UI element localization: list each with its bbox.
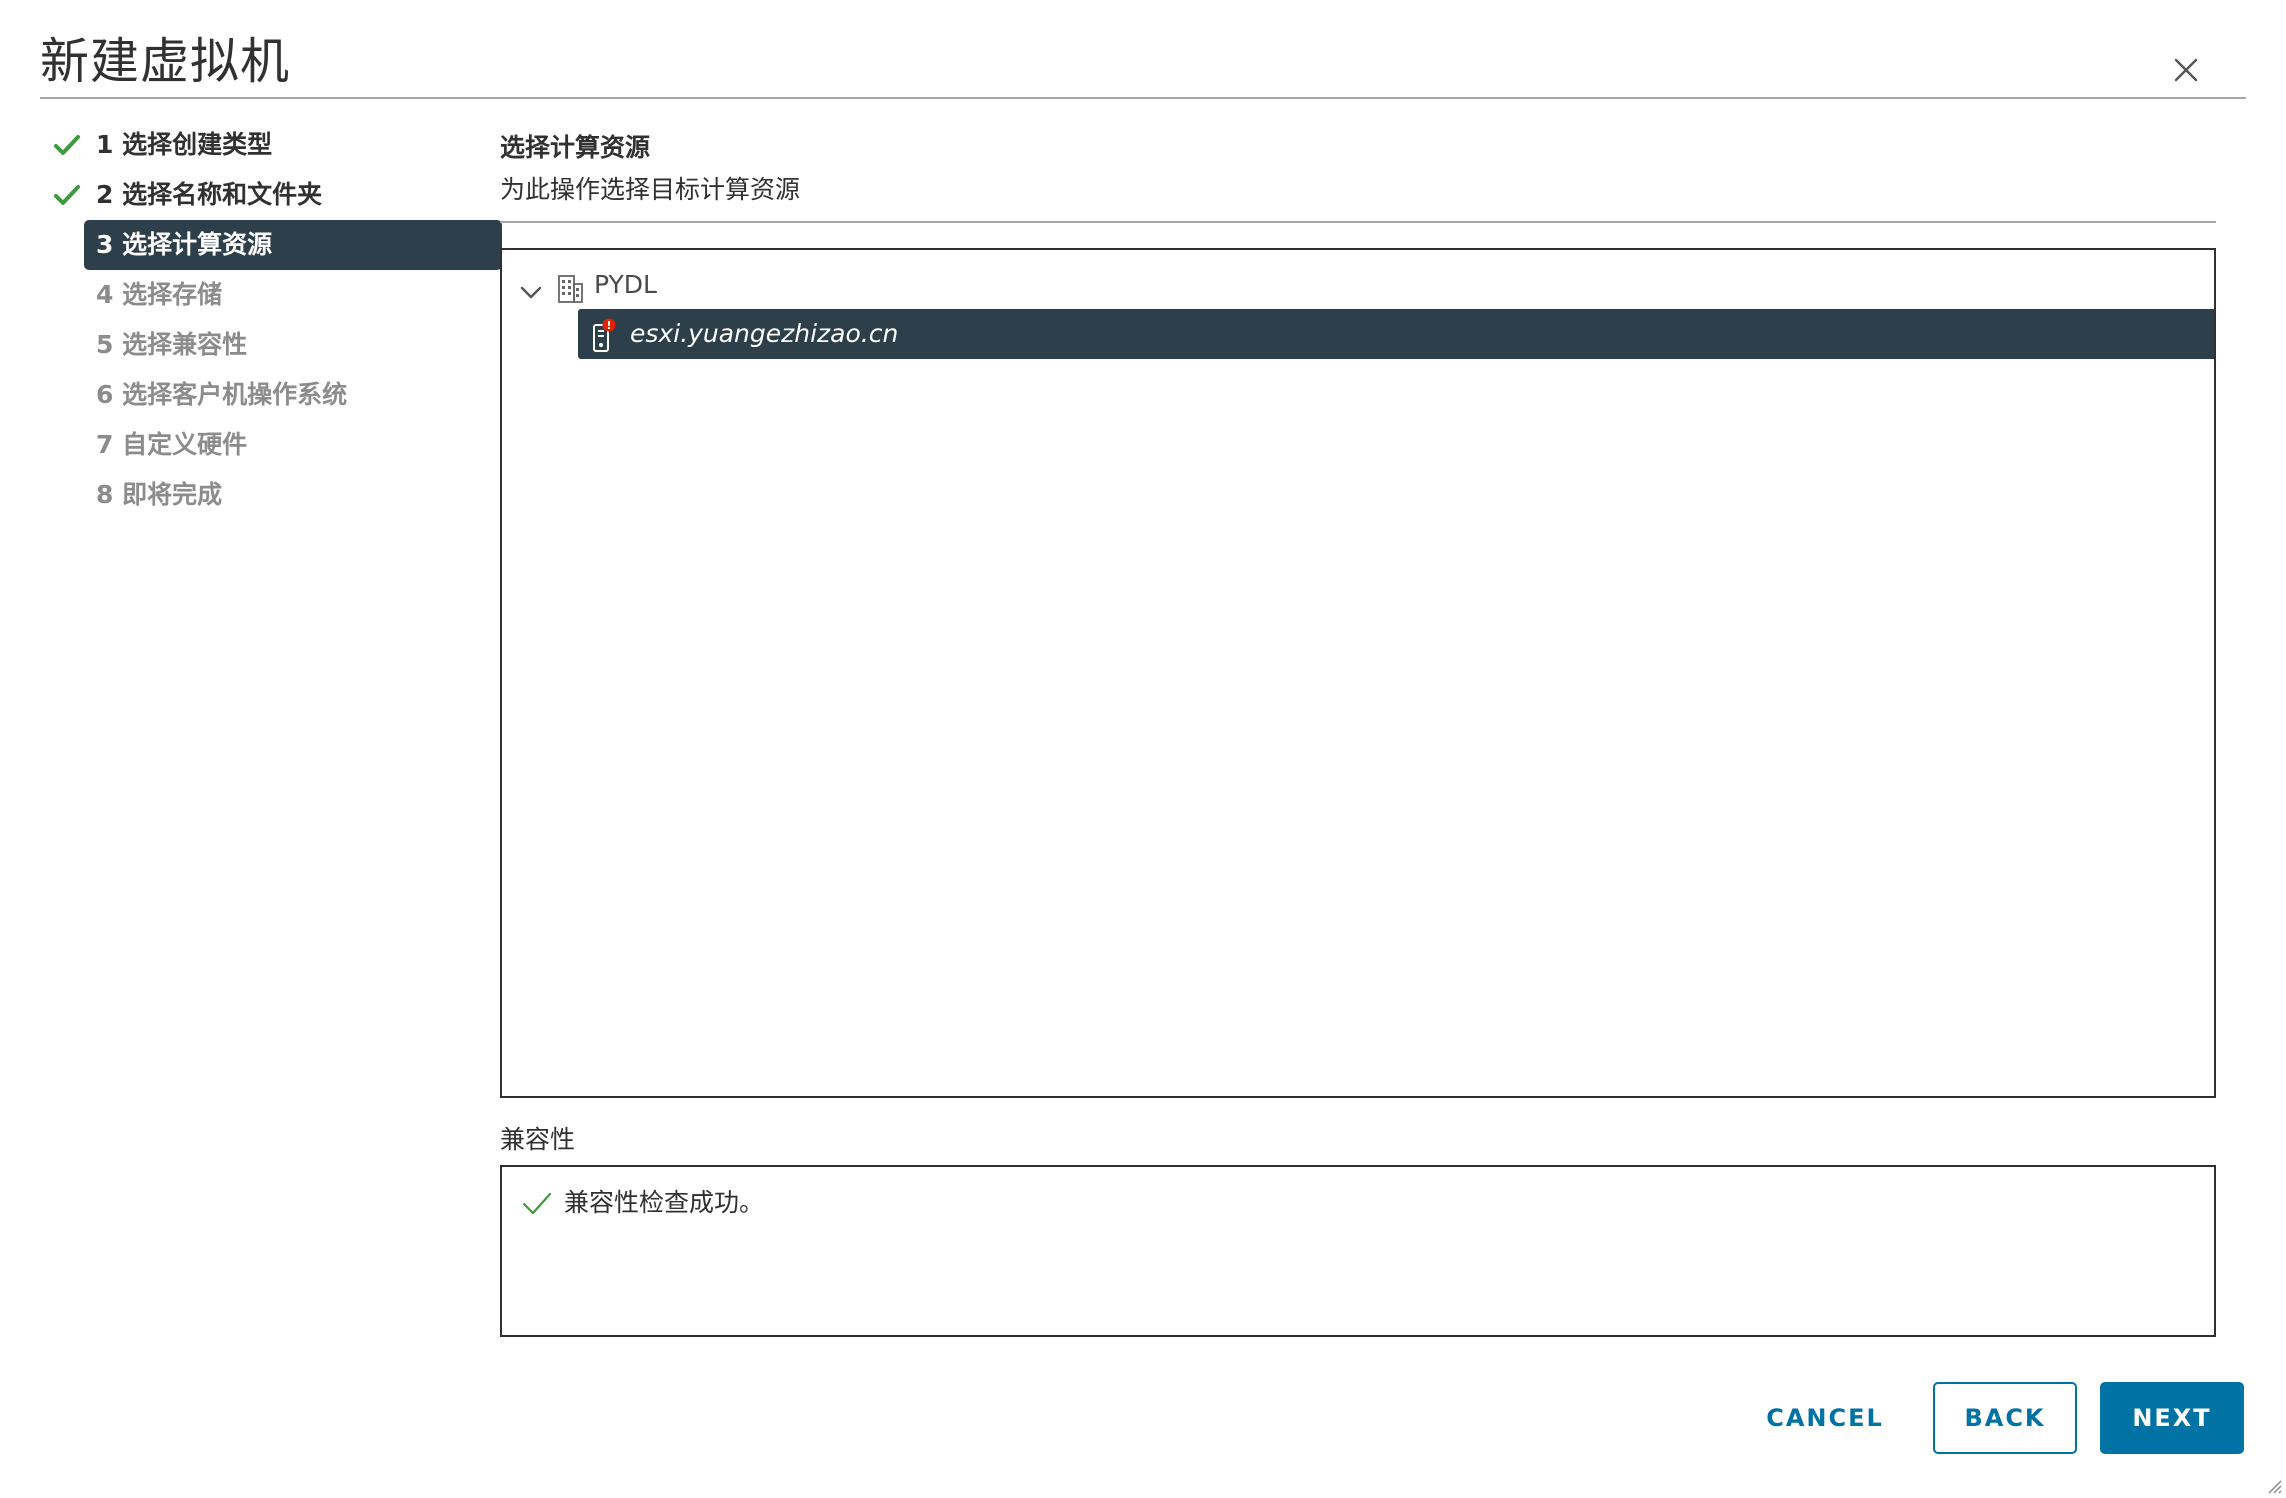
resize-grip-icon[interactable] (2266, 1478, 2282, 1494)
tree-node-label: PYDL (594, 270, 657, 299)
content-divider (500, 221, 2216, 223)
header-divider (40, 97, 2246, 99)
step-select-creation-type[interactable]: 1 选择创建类型 (40, 120, 476, 170)
step-select-storage: 4 选择存储 (40, 270, 476, 320)
next-button[interactable]: NEXT (2100, 1382, 2244, 1454)
step-ready-to-complete: 8 即将完成 (40, 470, 476, 520)
host-warning-icon (592, 317, 616, 353)
check-icon (54, 183, 80, 207)
step-label: 6 选择客户机操作系统 (96, 380, 348, 409)
close-icon (2174, 58, 2198, 82)
tree-node-host[interactable]: esxi.yuangezhizao.cn (578, 309, 2214, 359)
cancel-button[interactable]: CANCEL (1740, 1382, 1910, 1454)
step-label: 7 自定义硬件 (96, 430, 248, 459)
step-label: 5 选择兼容性 (96, 330, 248, 359)
compatibility-panel: 兼容性检查成功。 (500, 1165, 2216, 1337)
wizard-steps: 1 选择创建类型 2 选择名称和文件夹 3 选择计算资源 4 选择存储 5 选择… (40, 120, 502, 520)
step-label: 3 选择计算资源 (96, 230, 273, 259)
compatibility-title: 兼容性 (500, 1125, 576, 1154)
step-select-guest-os: 6 选择客户机操作系统 (40, 370, 476, 420)
close-button[interactable] (2166, 50, 2206, 90)
step-label: 8 即将完成 (96, 480, 223, 509)
step-select-compatibility: 5 选择兼容性 (40, 320, 476, 370)
check-icon (54, 133, 80, 157)
content-header: 选择计算资源 为此操作选择目标计算资源 (500, 130, 2216, 208)
dialog-title: 新建虚拟机 (40, 33, 291, 90)
compute-resource-tree: PYDL esxi.yuangezhizao.cn (500, 248, 2216, 1098)
tree-node-label: esxi.yuangezhizao.cn (630, 319, 899, 348)
back-button[interactable]: BACK (1933, 1382, 2077, 1454)
new-vm-dialog: 新建虚拟机 1 选择创建类型 2 选择名称和文件夹 3 选择计算资源 4 选择存… (0, 0, 2286, 1498)
section-subtitle: 为此操作选择目标计算资源 (500, 175, 801, 204)
check-icon (522, 1191, 552, 1217)
step-customize-hardware: 7 自定义硬件 (40, 420, 476, 470)
datacenter-icon (556, 271, 584, 303)
step-select-compute-resource[interactable]: 3 选择计算资源 (84, 220, 502, 270)
step-label: 2 选择名称和文件夹 (96, 180, 323, 209)
section-title: 选择计算资源 (500, 133, 651, 162)
tree-node-datacenter[interactable]: PYDL (516, 260, 916, 310)
step-label: 4 选择存储 (96, 280, 223, 309)
chevron-down-icon[interactable] (518, 273, 544, 299)
compatibility-message: 兼容性检查成功。 (564, 1188, 765, 1217)
step-label: 1 选择创建类型 (96, 130, 273, 159)
step-select-name-folder[interactable]: 2 选择名称和文件夹 (40, 170, 476, 220)
